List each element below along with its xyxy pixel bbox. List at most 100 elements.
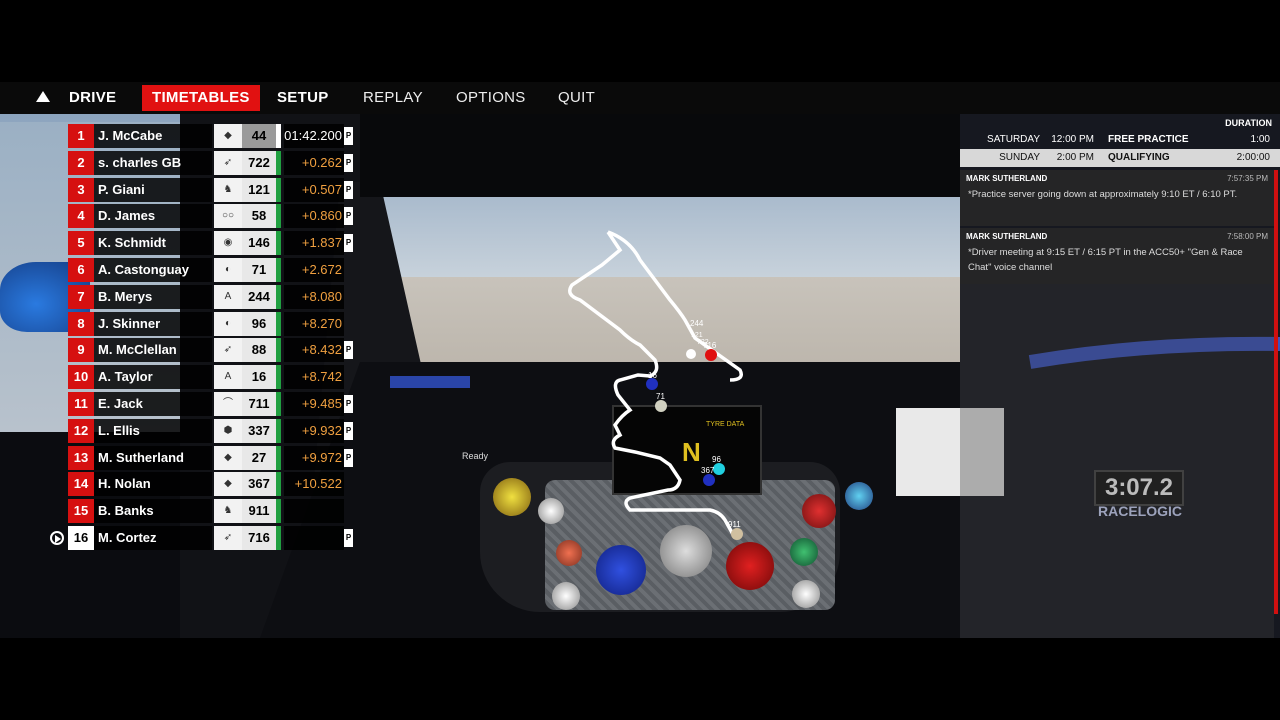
standings-row[interactable]: 12 L. Ellis ⬢ 337 +9.932 P [48, 418, 358, 443]
driver-name: L. Ellis [94, 418, 212, 443]
chat-text: *Practice server going down at approxima… [968, 189, 1238, 200]
driver-name: J. Skinner [94, 311, 212, 336]
driver-name: A. Taylor [94, 365, 212, 390]
gap-time: +8.432 [284, 338, 344, 363]
white-button-icon [552, 582, 580, 610]
car-marker [686, 349, 696, 359]
standings-row[interactable]: 15 B. Banks ♞ 911 [48, 499, 358, 524]
position-number: 15 [68, 499, 94, 524]
car-marker-label: 16 [648, 371, 657, 380]
status-stripe [276, 472, 281, 497]
standings-row[interactable]: 3 P. Giani ♞ 121 +0.507 P [48, 177, 358, 202]
collapse-menu-icon[interactable] [36, 91, 50, 102]
ferrari-logo: ♞ [214, 177, 242, 202]
menu-drive[interactable]: DRIVE [59, 85, 126, 111]
car-marker-label: 96 [712, 455, 721, 464]
chat-timestamp: 7:57:35 PM [1227, 174, 1268, 183]
gap-time: 01:42.200 [284, 124, 344, 148]
status-stripe [276, 499, 281, 524]
driver-name: s. charles GB [94, 150, 212, 175]
car-number: 146 [242, 231, 276, 256]
gap-time: +0.507 [284, 177, 344, 202]
car-marker-label: 71 [656, 392, 665, 401]
schedule-time: 2:00 PM [1056, 152, 1094, 163]
mclaren-logo: ➶ [214, 338, 242, 363]
position-number: 3 [68, 177, 94, 202]
car-number: 337 [242, 418, 276, 443]
car-marker-label: 244 [690, 319, 704, 328]
schedule-day: SUNDAY [999, 152, 1040, 163]
porsche-logo: ◆ [214, 445, 242, 470]
chat-author: MARK SUTHERLAND [966, 232, 1048, 241]
car-number: 711 [242, 392, 276, 416]
red-button-icon [802, 494, 836, 528]
duration-header: DURATION [1225, 118, 1272, 128]
car-number: 911 [242, 499, 276, 524]
aston-logo: ⌒ [214, 392, 242, 416]
standings-row[interactable]: 13 M. Sutherland ◆ 27 +9.972 P [48, 445, 358, 470]
porsche-logo: ◆ [214, 472, 242, 497]
gap-time [284, 499, 344, 524]
driver-name: D. James [94, 204, 212, 229]
driver-name: M. McClellan [94, 338, 212, 363]
audi-logo: ○○ [214, 204, 242, 229]
pit-badge: P [344, 180, 353, 199]
car-number: 71 [242, 258, 276, 282]
schedule-row: SUNDAY 2:00 PM QUALIFYING 2:00:00 [960, 149, 1280, 167]
gap-time [284, 526, 344, 550]
status-stripe [276, 365, 281, 390]
position-number: 13 [68, 445, 94, 470]
driver-name: M. Cortez [94, 526, 212, 550]
track-map: 244 121 722 716 16 71 96 367 911 [568, 230, 743, 540]
menu-options[interactable]: OPTIONS [446, 85, 536, 111]
chat-scrollbar[interactable] [1274, 170, 1278, 614]
standings-row[interactable]: 1 J. McCabe ◆ 44 01:42.200 P [48, 124, 358, 148]
car-number: 367 [242, 472, 276, 497]
status-stripe [276, 526, 281, 550]
schedule-time: 12:00 PM [1051, 134, 1094, 145]
status-stripe [276, 311, 281, 336]
gap-time: +9.485 [284, 392, 344, 416]
car-number: 16 [242, 365, 276, 390]
standings-row[interactable]: 5 K. Schmidt ◉ 146 +1.837 P [48, 231, 358, 256]
pit-badge: P [344, 421, 353, 440]
start-button-icon [790, 538, 818, 566]
position-number: 16 [68, 526, 94, 550]
pit-badge: P [344, 127, 353, 145]
standings-row[interactable]: 11 E. Jack ⌒ 711 +9.485 P [48, 392, 358, 416]
pit-badge: P [344, 341, 353, 360]
driver-name: A. Castonguay [94, 258, 212, 282]
standings-row[interactable]: 7 B. Merys A 244 +8.080 [48, 284, 358, 309]
status-stripe [276, 177, 281, 202]
position-number: 7 [68, 284, 94, 309]
chat-message: MARK SUTHERLAND 7:58:00 PM *Driver meeti… [960, 228, 1274, 284]
standings-row[interactable]: 16 M. Cortez ➶ 716 P [48, 526, 358, 550]
standings-row[interactable]: 14 H. Nolan ◆ 367 +10.522 [48, 472, 358, 497]
driver-name: B. Merys [94, 284, 212, 309]
driver-name: P. Giani [94, 177, 212, 202]
car-marker-label: 716 [703, 341, 717, 350]
driver-name: H. Nolan [94, 472, 212, 497]
standings-row[interactable]: 4 D. James ○○ 58 +0.860 P [48, 204, 358, 229]
menu-replay[interactable]: REPLAY [353, 85, 433, 111]
menu-quit[interactable]: QUIT [548, 85, 605, 111]
chat-panel[interactable]: MARK SUTHERLAND 7:57:35 PM *Practice ser… [960, 170, 1280, 284]
player-indicator-icon [50, 531, 64, 545]
standings-row[interactable]: 6 A. Castonguay ◐ 71 +2.672 [48, 258, 358, 282]
chat-author: MARK SUTHERLAND [966, 174, 1048, 183]
white-button-icon [792, 580, 820, 608]
standings-row[interactable]: 2 s. charles GB ➶ 722 +0.262 P [48, 150, 358, 175]
status-stripe [276, 338, 281, 363]
standings-row[interactable]: 8 J. Skinner ◐ 96 +8.270 [48, 311, 358, 336]
standings-row[interactable]: 10 A. Taylor A 16 +8.742 [48, 365, 358, 390]
gap-time: +0.262 [284, 150, 344, 175]
position-number: 12 [68, 418, 94, 443]
menu-timetables[interactable]: TIMETABLES [142, 85, 260, 111]
lamborghini-logo: ⬢ [214, 418, 242, 443]
standings-row[interactable]: 9 M. McClellan ➶ 88 +8.432 P [48, 338, 358, 363]
chat-text: *Driver meeting at 9:15 ET / 6:15 PT in … [968, 247, 1243, 273]
letterbox-bottom [0, 638, 1280, 720]
status-stripe [276, 392, 281, 416]
position-number: 1 [68, 124, 94, 148]
menu-setup[interactable]: SETUP [267, 85, 339, 111]
